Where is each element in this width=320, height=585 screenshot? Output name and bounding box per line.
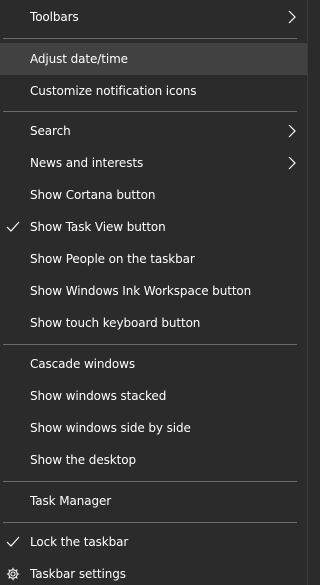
menu-item-show-windows-side-by-side[interactable]: Show windows side by side: [0, 412, 307, 444]
chevron-right-icon: [288, 156, 296, 170]
menu-item-label: Cascade windows: [30, 357, 136, 371]
menu-item-label: Adjust date/time: [30, 52, 128, 66]
chevron-right-icon: [288, 10, 296, 24]
menu-item-task-manager[interactable]: Task Manager: [0, 485, 307, 517]
menu-item-label: Lock the taskbar: [30, 535, 129, 549]
checkmark-icon: [6, 536, 20, 547]
menu-item-label: Show Windows Ink Workspace button: [30, 284, 252, 298]
taskbar-context-menu: Toolbars Adjust date/time Customize noti…: [0, 0, 308, 585]
menu-item-show-people[interactable]: Show People on the taskbar: [0, 243, 307, 275]
menu-item-label: Show Cortana button: [30, 188, 156, 202]
menu-item-label: Toolbars: [30, 10, 79, 24]
menu-item-cascade-windows[interactable]: Cascade windows: [0, 348, 307, 380]
menu-item-show-windows-stacked[interactable]: Show windows stacked: [0, 380, 307, 412]
menu-item-label: Show People on the taskbar: [30, 252, 195, 266]
menu-separator: [3, 481, 297, 482]
menu-item-toolbars[interactable]: Toolbars: [0, 1, 307, 33]
menu-separator: [3, 111, 297, 112]
menu-item-customize-notification-icons[interactable]: Customize notification icons: [0, 75, 307, 107]
checkmark-icon: [6, 221, 20, 232]
menu-item-search[interactable]: Search: [0, 115, 307, 147]
menu-separator: [3, 344, 297, 345]
menu-item-label: Task Manager: [30, 494, 112, 508]
menu-item-label: Show windows side by side: [30, 421, 191, 435]
menu-item-adjust-date-time[interactable]: Adjust date/time: [0, 43, 307, 75]
menu-item-label: Customize notification icons: [30, 84, 197, 98]
menu-item-taskbar-settings[interactable]: Taskbar settings: [0, 558, 307, 585]
menu-separator: [3, 522, 297, 523]
menu-item-label: Show touch keyboard button: [30, 316, 201, 330]
menu-item-news-and-interests[interactable]: News and interests: [0, 147, 307, 179]
menu-item-label: Show windows stacked: [30, 389, 167, 403]
menu-item-show-task-view-button[interactable]: Show Task View button: [0, 211, 307, 243]
menu-item-lock-the-taskbar[interactable]: Lock the taskbar: [0, 526, 307, 558]
menu-separator: [3, 38, 297, 39]
menu-item-label: Taskbar settings: [30, 567, 126, 581]
menu-item-show-the-desktop[interactable]: Show the desktop: [0, 444, 307, 476]
menu-item-show-cortana-button[interactable]: Show Cortana button: [0, 179, 307, 211]
menu-item-label: Search: [30, 124, 71, 138]
menu-item-label: News and interests: [30, 156, 144, 170]
gear-icon: [6, 567, 20, 581]
menu-item-label: Show the desktop: [30, 453, 136, 467]
menu-item-show-touch-keyboard[interactable]: Show touch keyboard button: [0, 307, 307, 339]
menu-item-label: Show Task View button: [30, 220, 166, 234]
menu-item-show-ink-workspace[interactable]: Show Windows Ink Workspace button: [0, 275, 307, 307]
chevron-right-icon: [288, 124, 296, 138]
